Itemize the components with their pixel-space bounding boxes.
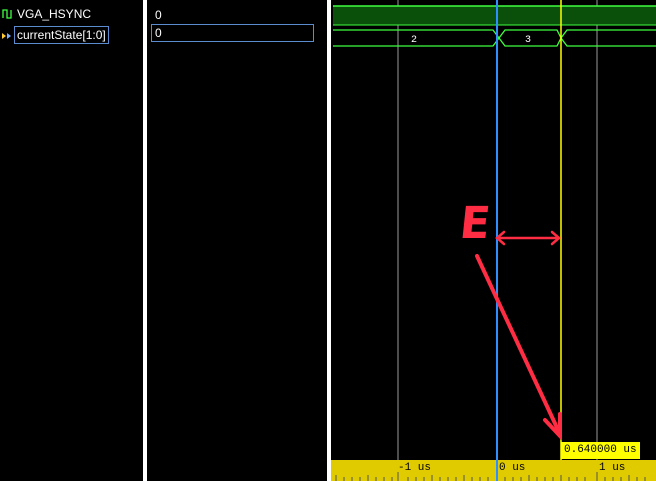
bus-segment-label: 3 xyxy=(525,35,531,46)
hsync-high-region xyxy=(333,6,656,25)
signal-row-vga-hsync[interactable]: VGA_HSYNC xyxy=(0,3,143,25)
waveform-canvas: 2 3 xyxy=(333,0,656,481)
wire-signal-icon xyxy=(2,8,14,20)
double-arrow-annotation xyxy=(495,230,561,246)
value-row-current-state[interactable]: 0 xyxy=(147,0,327,42)
bus-segment-label: 2 xyxy=(411,35,417,46)
time-ruler[interactable]: -1 us 0 us 1 us xyxy=(331,460,656,481)
time-tick-label: -1 us xyxy=(398,462,432,474)
annotation-letter: E xyxy=(457,198,493,249)
signal-name-label: VGA_HSYNC xyxy=(17,7,92,21)
bus-signal-icon xyxy=(1,30,13,42)
signal-value: 0 xyxy=(151,24,314,42)
signal-value-panel: 0 0 xyxy=(147,0,327,481)
time-tick-label: 0 us xyxy=(499,462,526,474)
waveform-panel[interactable]: 2 3 xyxy=(331,0,656,481)
cursor-time-readout: 0.640000 us xyxy=(561,442,640,459)
pointer-arrow-annotation xyxy=(475,254,562,442)
signal-row-current-state[interactable]: currentState[1:0] xyxy=(0,25,143,47)
signal-name-label: currentState[1:0] xyxy=(14,26,109,44)
bus-waveform xyxy=(333,29,656,47)
signal-name-panel: VGA_HSYNC currentState[1:0] xyxy=(0,0,143,481)
time-tick-label: 1 us xyxy=(599,462,626,474)
